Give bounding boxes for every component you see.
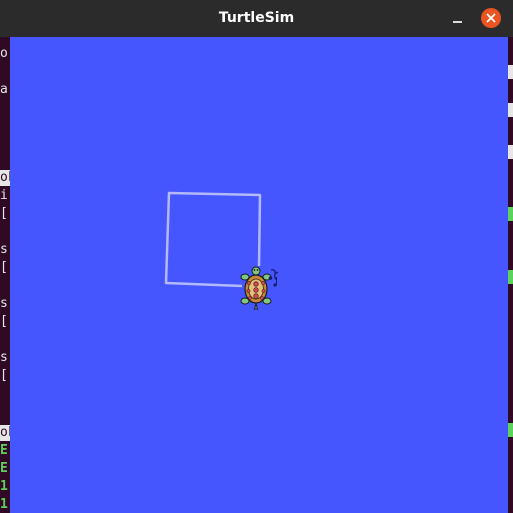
terminal-char: a [0, 82, 8, 97]
terminal-char: o [0, 46, 8, 61]
terminal-char: ok [0, 425, 10, 441]
terminal-char: s [0, 242, 8, 257]
turtle-icon [240, 266, 279, 310]
minimize-icon[interactable] [449, 10, 467, 28]
terminal-char: ok [0, 170, 10, 186]
background-window-edge [508, 37, 513, 513]
window-title: TurtleSim [218, 10, 295, 26]
terminal-char: i [0, 188, 8, 203]
terminal-char: [ [0, 314, 8, 329]
background-terminal: o a ok i [ s [ s [ s [ ok E E 1 1 [0, 0, 10, 513]
terminal-char: 1 [0, 479, 8, 494]
turtlesim-canvas[interactable] [10, 37, 508, 513]
terminal-char: 1 [0, 497, 8, 512]
terminal-char: E [0, 461, 8, 476]
terminal-char: s [0, 350, 8, 365]
terminal-char: [ [0, 260, 8, 275]
turtle-trail [164, 191, 262, 288]
terminal-char: E [0, 443, 8, 458]
title-bar[interactable]: TurtleSim [0, 0, 513, 37]
terminal-char: [ [0, 368, 8, 383]
terminal-char: [ [0, 206, 8, 221]
close-icon[interactable] [481, 8, 501, 28]
terminal-char: s [0, 296, 8, 311]
